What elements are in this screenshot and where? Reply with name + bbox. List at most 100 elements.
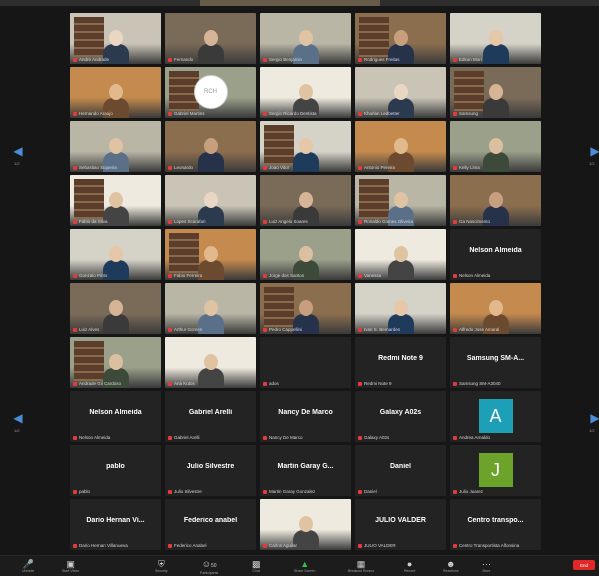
participant-name: Luiz Alves — [79, 327, 100, 332]
participant-name: Hernando Araujo — [79, 111, 113, 116]
participant-tile[interactable]: Hernando Araujo — [70, 67, 161, 118]
participant-tile[interactable]: Centro transpo... Centro Transportista Al… — [450, 499, 541, 550]
participant-tile[interactable]: Ronaldo Gomes Oliveira — [355, 175, 446, 226]
participant-tile[interactable]: Antonio Pereira — [355, 121, 446, 172]
muted-microphone-icon — [168, 111, 172, 116]
chat-icon: ▩ — [252, 559, 261, 569]
participant-head — [108, 138, 123, 154]
participant-tile[interactable]: Jorge dos Santos — [260, 229, 351, 280]
participant-tile[interactable]: Ga Nascimento — [450, 175, 541, 226]
participant-name: Joao Vitor — [269, 165, 290, 170]
participant-name-caption: Pedro Cappellini — [263, 327, 348, 332]
participant-display-name: Nancy De Marco — [278, 409, 333, 416]
page-indicator-left: 1/2 — [14, 161, 20, 166]
participant-avatar: A — [478, 399, 513, 433]
participant-tile[interactable]: Nancy De Marco Nancy De Marco — [260, 391, 351, 442]
participant-tile[interactable]: Dario Hernan Vi... Dario Hernan Villanuev… — [70, 499, 161, 550]
muted-microphone-icon — [168, 381, 172, 386]
participant-tile[interactable]: Fabio da Silva — [70, 175, 161, 226]
participant-tile[interactable]: Andre Andrade — [70, 13, 161, 64]
reactions-button[interactable]: ☻ Reactions — [443, 559, 459, 573]
security-button[interactable]: ⛨ Security — [155, 559, 168, 573]
participant-tile[interactable]: Rodrigues Freitas — [355, 13, 446, 64]
participant-tile[interactable]: Sebastiao Siqueira — [70, 121, 161, 172]
next-page-button-lower[interactable]: ▶ — [590, 410, 599, 426]
participant-tile[interactable]: Samsung SM-A... Samsung SM-A3040 — [450, 337, 541, 388]
participant-tile[interactable]: Daniel Daniel — [355, 445, 446, 496]
participant-tile[interactable]: Fernando — [165, 13, 256, 64]
participant-tile[interactable]: Redmi Note 9 Redmi Note 9 — [355, 337, 446, 388]
participant-name-caption: Nelson Almeida — [73, 435, 158, 440]
record-button[interactable]: ● Record — [404, 559, 415, 573]
end-meeting-button[interactable]: End — [573, 560, 595, 570]
participant-name: Leonardo — [174, 165, 194, 170]
participant-tile[interactable]: Fabio Ferreira — [165, 229, 256, 280]
participant-tile[interactable]: Kharlan Ledbetter — [355, 67, 446, 118]
participant-tile[interactable]: Edson Mori — [450, 13, 541, 64]
participant-tile[interactable]: pablo pablo — [70, 445, 161, 496]
participant-name: Gabriel Arelli — [174, 435, 200, 440]
participants-button[interactable]: ☺50 Participants — [200, 559, 218, 575]
participant-name: Julio Juarez — [459, 489, 484, 494]
muted-microphone-icon — [263, 165, 267, 170]
participant-tile[interactable]: Pedro Cappellini — [260, 283, 351, 334]
participant-tile[interactable]: Gabriel Arelli Gabriel Arelli — [165, 391, 256, 442]
participant-name-caption: Samsung — [453, 111, 538, 116]
participant-name: Centro Transportista Alfonsina — [459, 543, 520, 548]
chat-button[interactable]: ▩ Chat — [252, 559, 261, 573]
participant-tile[interactable]: Luiz Angelo Soares — [260, 175, 351, 226]
participant-tile[interactable]: Carlos Aguilar — [260, 499, 351, 550]
participant-tile[interactable]: Gonzalo Pinto — [70, 229, 161, 280]
participant-name-caption: pablo — [73, 489, 158, 494]
participant-tile[interactable]: Joao Vitor — [260, 121, 351, 172]
previous-page-button-lower[interactable]: ◀ — [13, 410, 23, 426]
participant-head — [488, 138, 503, 154]
participant-tile[interactable]: Sergio Benjamin — [260, 13, 351, 64]
participant-tile[interactable]: Julio Silvestre Julio Silvestre — [165, 445, 256, 496]
participant-tile[interactable]: JULIO VALDER JULIO VALDER — [355, 499, 446, 550]
participant-tile[interactable]: Leonardo — [165, 121, 256, 172]
participant-tile[interactable]: Lopes Scarafari — [165, 175, 256, 226]
participant-name: Edson Mori — [459, 57, 482, 62]
participant-head — [298, 138, 313, 154]
share-screen-button[interactable]: ▲ Share Screen — [294, 559, 315, 573]
participant-tile[interactable]: Arthur Gomes — [165, 283, 256, 334]
participant-name-caption: Nelson Almeida — [453, 273, 538, 278]
participant-tile[interactable]: Martin Garay G... Martin Garay Gonzalez — [260, 445, 351, 496]
participant-tile[interactable]: Ivan S. Bernardes — [355, 283, 446, 334]
participant-tile[interactable]: Nelson Almeida Nelson Almeida — [450, 229, 541, 280]
participant-tile[interactable]: RCH Gabriel Martins — [165, 67, 256, 118]
participant-tile[interactable]: Luiz Alves — [70, 283, 161, 334]
participant-tile[interactable]: Samsung — [450, 67, 541, 118]
participant-tile[interactable]: ados — [260, 337, 351, 388]
participant-tile[interactable]: Alfredo Jose Amaral — [450, 283, 541, 334]
participant-name: Samsung — [459, 111, 479, 116]
muted-microphone-icon — [168, 489, 172, 494]
previous-page-button[interactable]: ◀ — [13, 143, 23, 159]
participant-name: pablo — [79, 489, 91, 494]
participants-icon: ☺50 — [201, 559, 217, 569]
participant-name-caption: Jorge dos Santos — [263, 273, 348, 278]
participant-tile[interactable]: J Julio Juarez — [450, 445, 541, 496]
participant-tile[interactable]: Ana Kutos — [165, 337, 256, 388]
next-page-button[interactable]: ▶ — [590, 143, 599, 159]
participant-name-caption: Carlos Aguilar — [263, 543, 348, 548]
participant-tile[interactable]: Sergio Ricardo Dentista — [260, 67, 351, 118]
start-video-button[interactable]: ▣ Start Video — [62, 559, 79, 573]
participant-tile[interactable]: Andrade Gil Cardoso — [70, 337, 161, 388]
participant-tile[interactable]: Kelly Lima — [450, 121, 541, 172]
chevron-left-icon: ◀ — [13, 144, 23, 158]
more-button[interactable]: ⋯ More — [482, 559, 491, 573]
participant-tile[interactable]: Galaxy A02s Galaxy A02s — [355, 391, 446, 442]
breakout-rooms-button[interactable]: ▦ Breakout Rooms — [348, 559, 374, 573]
muted-microphone-icon — [168, 165, 172, 170]
participant-tile[interactable]: Vanessa — [355, 229, 446, 280]
participant-tile[interactable]: Nelson Almeida Nelson Almeida — [70, 391, 161, 442]
participant-name: ados — [269, 381, 279, 386]
participant-name-caption: Sebastiao Siqueira — [73, 165, 158, 170]
participant-tile[interactable]: A Andrea Arnaldo — [450, 391, 541, 442]
muted-microphone-icon — [263, 489, 267, 494]
mute-button[interactable]: 🎤 Unmute — [22, 559, 34, 573]
participant-head — [393, 84, 408, 100]
participant-tile[interactable]: Federico anabel Federico Anabel — [165, 499, 256, 550]
